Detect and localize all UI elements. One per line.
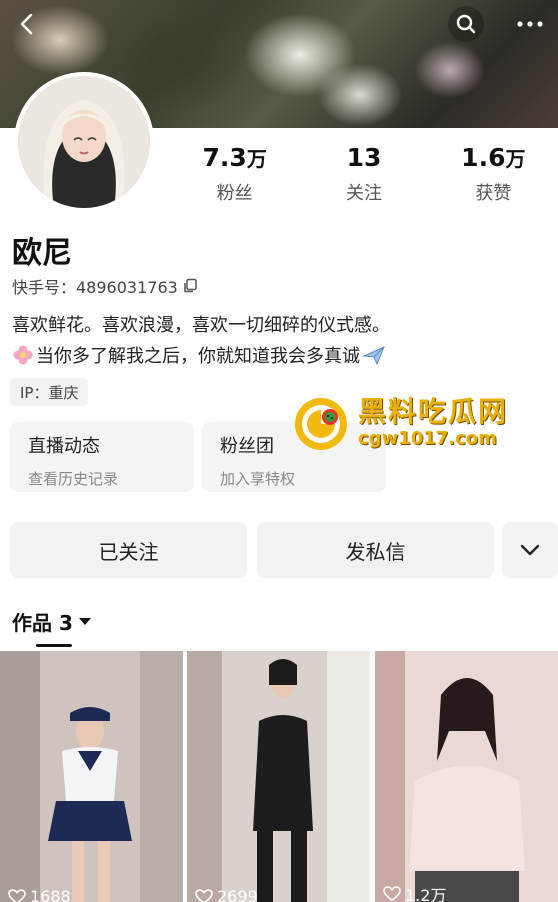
watermark-logo bbox=[295, 398, 347, 450]
bio-line-2: 当你多了解我之后，你就知道我会多真诚 bbox=[12, 342, 386, 368]
heart-icon bbox=[195, 888, 213, 902]
followed-button[interactable]: 已关注 bbox=[10, 522, 247, 578]
bio-line-2-text: 当你多了解我之后，你就知道我会多真诚 bbox=[36, 346, 360, 367]
card-subtitle: 查看历史记录 bbox=[28, 470, 119, 488]
video-thumbnail[interactable]: 1.2万 bbox=[375, 651, 558, 902]
watermark-text: 黑料吃瓜网 cgw1017.com bbox=[358, 397, 508, 451]
back-button[interactable] bbox=[10, 6, 46, 42]
more-icon bbox=[517, 21, 543, 27]
profile-name: 欧尼 bbox=[12, 236, 72, 271]
video-cover bbox=[375, 651, 558, 902]
chevron-down-icon bbox=[520, 544, 540, 556]
tab-underline bbox=[36, 644, 72, 647]
heart-icon bbox=[383, 886, 401, 901]
avatar[interactable] bbox=[14, 72, 154, 212]
ip-location-tag: IP：重庆 bbox=[10, 378, 89, 406]
card-title: 直播动态 bbox=[28, 436, 100, 457]
watermark-title: 黑料吃瓜网 bbox=[358, 395, 509, 428]
like-count: 2699 bbox=[217, 887, 258, 902]
search-icon bbox=[456, 14, 476, 34]
video-like-count: 1688 bbox=[8, 887, 71, 902]
copy-icon[interactable] bbox=[182, 278, 198, 294]
bio-line-1: 喜欢鲜花。喜欢浪漫，喜欢一切细碎的仪式感。 bbox=[12, 315, 390, 336]
video-like-count: 1.2万 bbox=[383, 882, 446, 902]
video-cover bbox=[0, 651, 183, 902]
profile-stats: 7.3万 粉丝 13 关注 1.6万 获赞 bbox=[170, 142, 558, 205]
like-count: 1688 bbox=[30, 887, 71, 902]
tab-works[interactable]: 作品 3 bbox=[12, 607, 91, 636]
site-watermark: 黑料吃瓜网 cgw1017.com bbox=[292, 392, 522, 456]
stat-value: 13 bbox=[346, 143, 382, 172]
stat-label: 粉丝 bbox=[216, 183, 253, 204]
card-subtitle: 加入享特权 bbox=[220, 470, 296, 488]
like-count: 1.2万 bbox=[405, 886, 447, 902]
send-message-button[interactable]: 发私信 bbox=[257, 522, 494, 578]
heart-icon bbox=[8, 888, 26, 902]
more-button[interactable] bbox=[512, 6, 548, 42]
back-arrow-icon bbox=[20, 13, 33, 35]
search-button[interactable] bbox=[448, 6, 484, 42]
stat-label: 关注 bbox=[345, 183, 382, 204]
stat-following[interactable]: 13 关注 bbox=[299, 142, 428, 205]
video-thumbnail[interactable]: 2699 bbox=[187, 651, 370, 902]
caret-down-icon bbox=[78, 617, 91, 625]
stat-likes[interactable]: 1.6万 获赞 bbox=[429, 142, 558, 205]
stat-value: 1.6万 bbox=[461, 143, 526, 172]
flower-icon bbox=[13, 345, 33, 365]
stat-label: 获赞 bbox=[475, 183, 512, 204]
watermark-url: cgw1017.com bbox=[358, 428, 497, 449]
kuaishou-id-row[interactable]: 快手号：4896031763 bbox=[12, 274, 198, 298]
stat-fans[interactable]: 7.3万 粉丝 bbox=[170, 142, 299, 205]
video-thumbnail[interactable]: 1688 bbox=[0, 651, 183, 902]
expand-button[interactable] bbox=[502, 522, 558, 578]
stat-value: 7.3万 bbox=[202, 143, 267, 172]
tab-works-label: 作品 3 bbox=[12, 611, 73, 635]
live-activity-card[interactable]: 直播动态 查看历史记录 bbox=[10, 422, 194, 492]
video-cover bbox=[187, 651, 370, 902]
video-like-count: 2699 bbox=[195, 887, 258, 902]
airplane-icon bbox=[362, 346, 385, 366]
avatar-illustration bbox=[18, 76, 150, 208]
kuaishou-id: 快手号：4896031763 bbox=[12, 278, 178, 297]
